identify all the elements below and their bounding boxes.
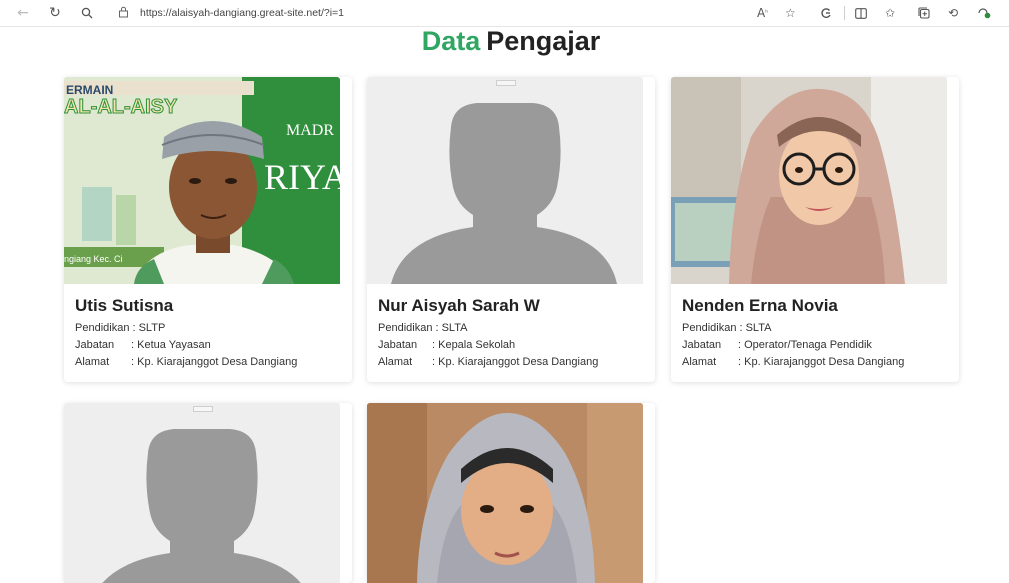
address-label: Alamat <box>378 356 413 368</box>
teacher-photo <box>367 403 643 583</box>
collections-icon[interactable] <box>918 4 930 22</box>
search-icon[interactable] <box>78 4 96 22</box>
banner-text: RIYA <box>264 157 340 197</box>
silhouette-icon <box>391 103 617 284</box>
teacher-photo-placeholder <box>367 77 643 284</box>
teacher-address: Alamat : Kp. Kiarajanggot Desa Dangiang <box>682 356 904 368</box>
title-rest: Pengajar <box>486 26 601 56</box>
address-value: : Kp. Kiarajanggot Desa Dangiang <box>738 356 905 368</box>
teacher-card <box>367 403 655 583</box>
teacher-education: Pendidikan : SLTP <box>75 322 166 334</box>
teacher-name: Nenden Erna Novia <box>682 296 838 315</box>
address-bar[interactable]: https://alaisyah-dangiang.great-site.net… <box>104 3 744 24</box>
teacher-position: Jabatan : Operator/Tenaga Pendidik <box>682 339 872 351</box>
teacher-address: Alamat : Kp. Kiarajanggot Desa Dangiang <box>75 356 297 368</box>
split-screen-icon[interactable] <box>855 4 867 22</box>
teacher-education: Pendidikan : SLTA <box>378 322 468 334</box>
title-accent: Data <box>421 26 481 56</box>
extension-icon[interactable] <box>820 4 832 22</box>
favorite-icon[interactable]: ☆ <box>785 4 796 22</box>
position-label: Jabatan <box>75 339 115 351</box>
teacher-card: Nenden Erna Novia Pendidikan : SLTA Jaba… <box>671 77 959 382</box>
back-icon[interactable]: ← <box>14 4 32 22</box>
address-value: : Kp. Kiarajanggot Desa Dangiang <box>131 356 298 368</box>
position-value: : Operator/Tenaga Pendidik <box>738 339 872 351</box>
placeholder-mark <box>496 80 516 86</box>
refresh-icon[interactable]: ↻ <box>46 4 64 22</box>
toolbar-separator <box>844 6 845 20</box>
banner-text: ngiang Kec. Ci <box>64 254 123 264</box>
position-value: : Kepala Sekolah <box>432 339 516 351</box>
teacher-photo-placeholder <box>64 403 340 583</box>
placeholder-mark <box>193 406 213 412</box>
page-title: Data Pengajar <box>0 26 1009 56</box>
teacher-photo <box>671 77 947 284</box>
silhouette-icon <box>102 429 301 583</box>
teacher-education: Pendidikan : SLTA <box>682 322 772 334</box>
banner-text: AL-AL-AISY <box>64 96 178 118</box>
banner-text: ERMAIN <box>66 83 113 97</box>
browser-toolbar: ← ↻ https://alaisyah-dangiang.great-site… <box>0 0 1009 27</box>
lock-icon[interactable] <box>118 6 129 21</box>
history-icon[interactable]: ⟲ <box>948 4 958 22</box>
teacher-name: Nur Aisyah Sarah W <box>378 296 540 315</box>
position-label: Jabatan <box>682 339 722 351</box>
address-value: : Kp. Kiarajanggot Desa Dangiang <box>432 356 599 368</box>
teacher-card <box>64 403 352 583</box>
favorites-bar-icon[interactable]: ✩ <box>885 4 895 22</box>
teacher-position: Jabatan : Kepala Sekolah <box>378 339 515 351</box>
teacher-card: Nur Aisyah Sarah W Pendidikan : SLTA Jab… <box>367 77 655 382</box>
teacher-name: Utis Sutisna <box>75 296 174 315</box>
position-value: : Ketua Yayasan <box>131 339 211 351</box>
browser-essentials-icon[interactable] <box>977 4 991 22</box>
teacher-photo: ERMAIN AL-AL-AISY MADR RIYA ngiang Kec. … <box>64 77 340 284</box>
banner-text: MADR <box>286 122 334 139</box>
teacher-card: ERMAIN AL-AL-AISY MADR RIYA ngiang Kec. … <box>64 77 352 382</box>
teacher-address: Alamat : Kp. Kiarajanggot Desa Dangiang <box>378 356 598 368</box>
address-label: Alamat <box>75 356 110 368</box>
read-aloud-icon[interactable]: Aʰ <box>757 4 768 22</box>
url-text[interactable]: https://alaisyah-dangiang.great-site.net… <box>140 7 344 19</box>
address-label: Alamat <box>682 356 717 368</box>
teacher-position: Jabatan : Ketua Yayasan <box>75 339 211 351</box>
position-label: Jabatan <box>378 339 418 351</box>
